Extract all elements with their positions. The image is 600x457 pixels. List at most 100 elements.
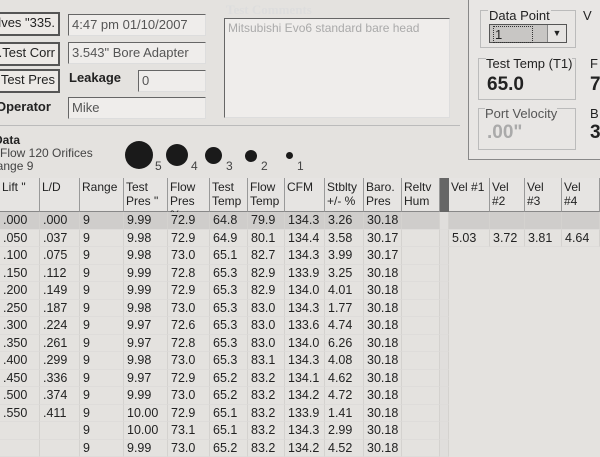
- test-pres-button[interactable]: Test Pres.: [0, 69, 60, 93]
- table-cell: 10.00: [124, 405, 168, 423]
- table-row[interactable]: .150.11299.9972.865.382.9133.93.2530.18: [0, 265, 600, 283]
- table-cell: 82.7: [248, 247, 285, 265]
- table-cell: 72.9: [168, 230, 210, 248]
- operator-label: Operator: [0, 99, 51, 114]
- table-cell: 83.2: [248, 387, 285, 405]
- orifice-4-icon[interactable]: [166, 144, 188, 166]
- table-row[interactable]: .350.26199.9772.865.383.0134.06.2630.18: [0, 335, 600, 353]
- table-row[interactable]: .550.411910.0072.965.183.2133.91.4130.18: [0, 405, 600, 423]
- table-cell: 4.08: [325, 352, 364, 370]
- column-header[interactable]: Stblty +/- %: [325, 178, 364, 212]
- table-cell: 9.97: [124, 335, 168, 353]
- table-cell: 9.99: [124, 282, 168, 300]
- column-header[interactable]: L/D: [40, 178, 80, 212]
- table-cell: [402, 370, 440, 388]
- vel-cell: [562, 212, 600, 230]
- column-header[interactable]: CFM: [285, 178, 325, 212]
- table-cell: 2.99: [325, 422, 364, 440]
- column-header[interactable]: Lift ": [0, 178, 40, 212]
- table-cell: 72.8: [168, 265, 210, 283]
- table-cell: 9.97: [124, 370, 168, 388]
- table-cell: 83.2: [248, 405, 285, 423]
- data-point-select[interactable]: 1 ▼: [489, 24, 567, 43]
- operator-field[interactable]: Mike: [68, 97, 206, 119]
- table-cell: .187: [40, 300, 80, 318]
- table-cell: [402, 335, 440, 353]
- table-cell: 9.98: [124, 247, 168, 265]
- table-cell: 133.9: [285, 405, 325, 423]
- table-cell: .150: [0, 265, 40, 283]
- table-cell: [402, 352, 440, 370]
- vel-column-header[interactable]: Vel #3: [525, 178, 562, 212]
- table-cell: .550: [0, 405, 40, 423]
- bore-adapter-field[interactable]: 3.543" Bore Adapter: [68, 42, 206, 64]
- test-temp-value: 65.0: [487, 74, 524, 96]
- row-spacer: [440, 282, 449, 300]
- orifice-5-icon[interactable]: [125, 141, 153, 169]
- table-row[interactable]: 910.0073.165.183.2134.32.9930.18: [0, 422, 600, 440]
- vel-column-header[interactable]: Vel #2: [490, 178, 525, 212]
- table-cell: 9.99: [124, 212, 168, 230]
- table-row[interactable]: .000.00099.9972.964.879.9134.33.2630.18: [0, 212, 600, 230]
- vel-column-header[interactable]: Vel #4: [562, 178, 600, 212]
- orifice-1-label: 1: [297, 159, 304, 173]
- column-header[interactable]: Test Pres ": [124, 178, 168, 212]
- vel-cell: [449, 212, 490, 230]
- table-row[interactable]: .050.03799.9872.964.980.1134.43.5830.175…: [0, 230, 600, 248]
- row-spacer: [440, 265, 449, 283]
- test-corr-button[interactable]: Test Corr.: [0, 42, 60, 66]
- column-header[interactable]: Reltv Hum: [402, 178, 440, 212]
- date-time-field[interactable]: 4:47 pm 01/10/2007: [68, 14, 206, 36]
- port-velocity-label: Port Velocity: [485, 106, 557, 121]
- flow-orifices-label: Flow 120 Orifices: [0, 146, 93, 160]
- table-row[interactable]: .400.29999.9873.065.383.1134.34.0830.18: [0, 352, 600, 370]
- table-row[interactable]: .100.07599.9873.065.182.7134.33.9930.17: [0, 247, 600, 265]
- row-spacer: [440, 212, 449, 230]
- table-cell: 134.2: [285, 440, 325, 457]
- table-row[interactable]: 99.9973.065.283.2134.24.5230.18: [0, 440, 600, 457]
- orifice-2-icon[interactable]: [245, 150, 257, 162]
- chevron-down-icon[interactable]: ▼: [547, 25, 566, 42]
- table-cell: .411: [40, 405, 80, 423]
- table-cell: 73.1: [168, 422, 210, 440]
- column-header[interactable]: Test Temp: [210, 178, 248, 212]
- table-cell: 9.97: [124, 317, 168, 335]
- table-cell: 9: [80, 422, 124, 440]
- table-cell: 65.3: [210, 317, 248, 335]
- table-cell: [402, 230, 440, 248]
- orifice-3-icon[interactable]: [205, 147, 222, 164]
- table-row[interactable]: .200.14999.9972.965.382.9134.04.0130.18: [0, 282, 600, 300]
- table-cell: 65.1: [210, 247, 248, 265]
- table-row[interactable]: .300.22499.9772.665.383.0133.64.7430.18: [0, 317, 600, 335]
- valves-button[interactable]: .335" Valves: [0, 12, 60, 36]
- table-cell: 4.01: [325, 282, 364, 300]
- table-cell: 4.72: [325, 387, 364, 405]
- orifice-1-icon[interactable]: [286, 152, 293, 159]
- row-spacer: [440, 247, 449, 265]
- table-cell: 134.0: [285, 282, 325, 300]
- table-cell: 83.0: [248, 317, 285, 335]
- table-cell: 83.0: [248, 300, 285, 318]
- table-cell: 6.26: [325, 335, 364, 353]
- table-cell: 9: [80, 230, 124, 248]
- table-cell: 9: [80, 300, 124, 318]
- table-cell: 83.1: [248, 352, 285, 370]
- table-cell: 65.1: [210, 405, 248, 423]
- table-row[interactable]: .500.37499.9973.065.283.2134.24.7230.18: [0, 387, 600, 405]
- column-header[interactable]: Range: [80, 178, 124, 212]
- table-cell: 3.99: [325, 247, 364, 265]
- table-cell: [402, 317, 440, 335]
- table-row[interactable]: .250.18799.9873.065.383.0134.31.7730.18: [0, 300, 600, 318]
- table-cell: 9: [80, 370, 124, 388]
- vel-column-header[interactable]: Vel #1: [449, 178, 490, 212]
- column-header[interactable]: Flow Temp: [248, 178, 285, 212]
- column-header[interactable]: Baro. Pres: [364, 178, 402, 212]
- column-header[interactable]: Flow Pres %: [168, 178, 210, 212]
- comments-textarea[interactable]: Mitsubishi Evo6 standard bare head: [224, 18, 450, 118]
- table-row[interactable]: .450.33699.9772.965.283.2134.14.6230.18: [0, 370, 600, 388]
- leakage-field[interactable]: 0: [138, 70, 206, 92]
- table-cell: .350: [0, 335, 40, 353]
- table-cell: .050: [0, 230, 40, 248]
- table-cell: 65.3: [210, 282, 248, 300]
- table-cell: [40, 440, 80, 457]
